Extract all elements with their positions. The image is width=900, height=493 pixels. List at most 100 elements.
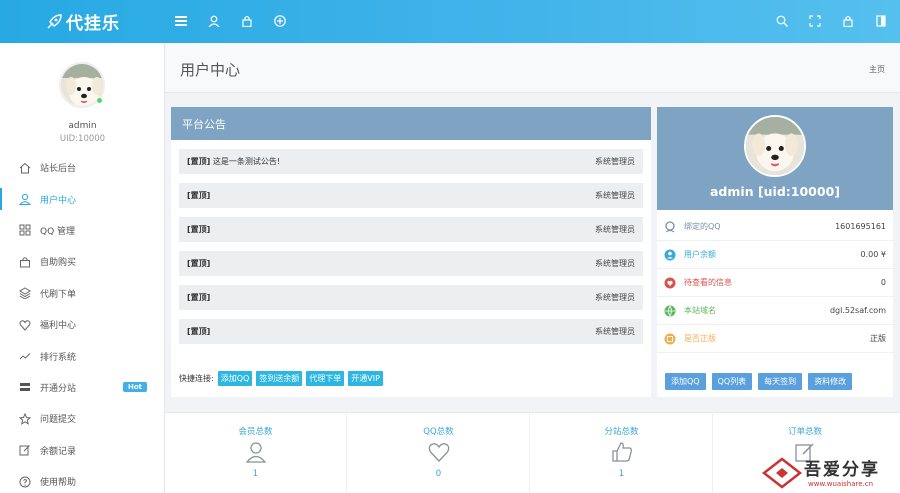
sidebar-item-label: 站长后台 [40,164,77,175]
notice-author: 系统管理员 [595,293,635,302]
notice-panel: 平台公告 [置顶] 这是一条测试公告! 系统管理员 [置顶] 系统管理员 [置顶… [171,107,651,397]
notice-tag: [置顶] [187,191,211,200]
sidebar-user-uid: UID:10000 [59,134,106,144]
fullscreen-icon[interactable] [806,12,824,30]
quick-links-label: 快捷连接: [179,374,214,383]
notice-row[interactable]: [置顶] 系统管理员 [179,183,643,208]
stat-title: 分站总数 [604,427,639,437]
profile-value: 1601695161 [835,222,886,231]
notice-text: 这是一条测试公告! [212,157,281,166]
checkin-link[interactable]: 签到送余额 [256,371,303,386]
stat-value: 0 [435,469,442,479]
stat-members[interactable]: 会员总数 1 [165,413,347,493]
notice-row[interactable]: [置顶] 系统管理员 [179,217,643,242]
sidebar-item-label: 开通分站 [40,383,77,394]
profile-row-qq: 绑定的QQ 1601695161 [657,213,893,241]
notice-row[interactable]: [置顶] 这是一条测试公告! 系统管理员 [179,149,643,174]
edit-profile-button[interactable]: 资料修改 [808,373,853,390]
profile-panel: admin [uid:10000] 绑定的QQ 1601695161 用户余额 … [657,107,893,397]
open-vip-link[interactable]: 开通VIP [348,371,383,386]
online-status-dot [96,97,103,104]
profile-avatar [744,115,806,177]
profile-label: 是否正版 [684,334,716,343]
sidebar-user-name: admin [68,121,97,131]
star-icon [18,412,32,426]
quick-links: 快捷连接: 添加QQ 签到送余额 代理下单 开通VIP [179,371,383,386]
profile-value: 正版 [870,334,886,343]
brand-logo[interactable]: 代挂乐 [0,0,165,43]
search-icon[interactable] [773,12,791,30]
sidebar-avatar[interactable] [59,62,105,108]
rocket-icon [47,13,62,28]
server-icon [18,380,32,394]
sidebar-item-label: 福利中心 [40,321,77,332]
sidebar: admin UID:10000 站长后台 用户中心 QQ 管理 自助购买 代刷下… [0,43,165,493]
profile-row-messages: 待查看的信息 0 [657,269,893,297]
stat-value: 1 [618,469,625,479]
sidebar-item-admin[interactable]: 站长后台 [0,152,165,183]
stat-title: 订单总数 [787,427,822,437]
notice-row[interactable]: [置顶] 系统管理员 [179,251,643,276]
notice-panel-title: 平台公告 [171,107,651,140]
notice-author: 系统管理员 [595,191,635,200]
help-icon [18,475,32,489]
breadcrumb[interactable]: 主页 [869,64,885,75]
wallet-icon [664,249,676,260]
message-icon [664,277,676,288]
sidebar-item-label: 代刷下单 [40,289,77,300]
sidebar-item-help[interactable]: 使用帮助 [0,466,165,493]
grid-icon [18,223,32,237]
bag-icon [18,255,32,269]
notice-row[interactable]: [置顶] 系统管理员 [179,285,643,310]
lock-icon[interactable] [839,12,857,30]
site-watermark: 吾爱分享 www.wuaishare.cn [760,453,898,491]
notice-tag: [置顶] [187,157,211,166]
notice-row[interactable]: [置顶] 系统管理员 [179,319,643,344]
user-icon[interactable] [205,12,223,30]
globe-icon [664,305,676,317]
add-qq-link[interactable]: 添加QQ [217,371,253,386]
qq-list-button[interactable]: QQ列表 [711,373,753,390]
stat-value: 1 [252,469,259,479]
notice-author: 系统管理员 [595,327,635,336]
watermark-logo-icon [761,457,803,489]
top-navbar: 代挂乐 [0,0,900,43]
sidebar-item-balance-log[interactable]: 余额记录 [0,435,165,466]
sidebar-item-user-center[interactable]: 用户中心 [0,183,165,214]
profile-name: admin [uid:10000] [710,184,840,199]
notice-author: 系统管理员 [595,225,635,234]
sidebar-item-label: QQ 管理 [40,226,76,237]
sidebar-item-feedback[interactable]: 问题提交 [0,403,165,434]
shield-icon [664,333,676,344]
profile-row-balance: 用户余额 0.00 ¥ [657,241,893,269]
page-header: 用户中心 主页 [165,43,900,93]
heart-icon [428,443,449,462]
stat-substations[interactable]: 分站总数 1 [531,413,713,493]
profile-label: 绑定的QQ [684,222,721,231]
add-qq-button[interactable]: 添加QQ [665,373,706,390]
user-icon [18,192,32,206]
sidebar-item-substation[interactable]: 开通分站 Hot [0,372,165,403]
sidebar-item-self-purchase[interactable]: 自助购买 [0,246,165,277]
user-icon [245,442,266,463]
lock-icon[interactable] [238,12,256,30]
profile-actions: 添加QQ QQ列表 每天签到 资料修改 [665,373,858,390]
daily-checkin-button[interactable]: 每天签到 [758,373,803,390]
sidebar-toggle-icon[interactable] [872,12,890,30]
stat-qq[interactable]: QQ总数 0 [348,413,530,493]
plus-circle-icon[interactable] [271,12,289,30]
sidebar-item-label: 用户中心 [40,195,77,206]
menu-icon[interactable] [172,12,190,30]
sidebar-item-order[interactable]: 代刷下单 [0,278,165,309]
profile-label: 用户余额 [684,250,716,259]
profile-header: admin [uid:10000] [657,107,893,210]
sidebar-item-qq-manage[interactable]: QQ 管理 [0,215,165,246]
proxy-order-link[interactable]: 代理下单 [306,371,345,386]
notice-author: 系统管理员 [595,259,635,268]
sidebar-item-welfare[interactable]: 福利中心 [0,309,165,340]
trend-icon [18,349,32,363]
profile-value: 0 [880,278,886,287]
stat-title: QQ总数 [423,427,454,437]
notice-tag: [置顶] [187,327,211,336]
sidebar-item-ranking[interactable]: 排行系统 [0,340,165,371]
